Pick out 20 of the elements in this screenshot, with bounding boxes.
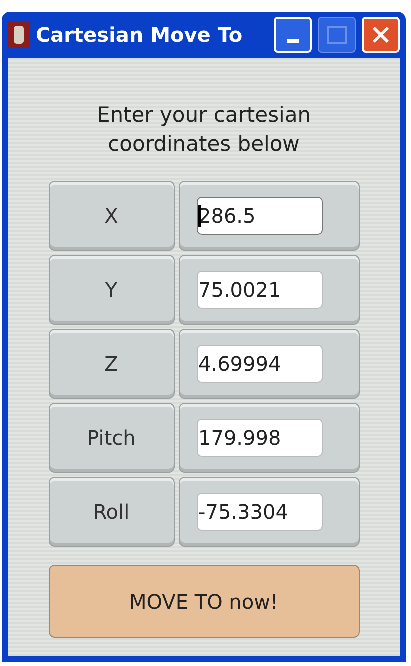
- close-icon: [372, 26, 390, 44]
- value-input[interactable]: 4.69994: [196, 345, 322, 383]
- value-input[interactable]: 179.998: [196, 419, 322, 457]
- window-title: Cartesian Move To: [36, 22, 244, 49]
- field-label: Roll: [48, 477, 174, 547]
- minimize-button[interactable]: [274, 17, 312, 53]
- text-cursor: [198, 205, 200, 227]
- close-button[interactable]: [362, 17, 400, 53]
- app-icon: [8, 22, 30, 48]
- value-input[interactable]: 75.0021: [196, 271, 322, 309]
- field-label: Pitch: [48, 403, 174, 473]
- move-to-button[interactable]: MOVE TO now!: [48, 565, 360, 638]
- value-input[interactable]: -75.3304: [196, 493, 322, 531]
- value-input[interactable]: 286.5: [196, 197, 322, 235]
- field-label: Y: [48, 255, 174, 325]
- maximize-icon: [327, 26, 347, 44]
- instruction-text: Enter your cartesian coordinates below: [96, 102, 312, 158]
- field-label: Z: [48, 329, 174, 399]
- minimize-icon: [287, 39, 299, 43]
- field-label: X: [48, 181, 174, 251]
